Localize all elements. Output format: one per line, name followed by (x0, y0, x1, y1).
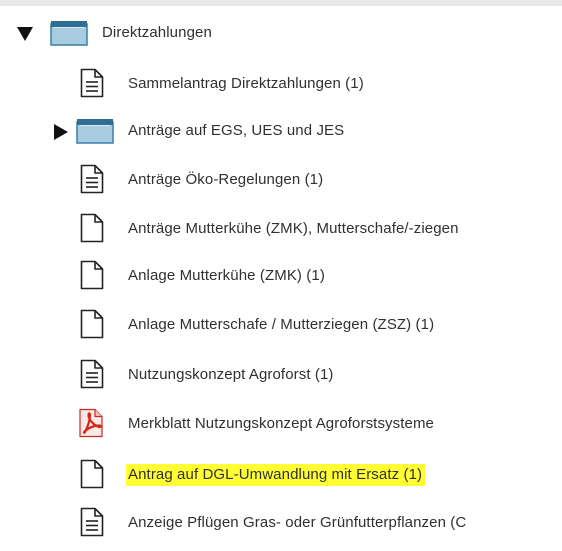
tree-item-antraege-mutterkuehe[interactable]: Anträge Mutterkühe (ZMK), Mutterschafe/-… (0, 211, 562, 249)
document-lines-icon (80, 164, 104, 194)
tree-item-label: Nutzungskonzept Agroforst (1) (128, 366, 334, 383)
folder-icon (76, 119, 114, 144)
tree-item-antrag-dgl-umwandlung[interactable]: Antrag auf DGL-Umwandlung mit Ersatz (1) (0, 457, 562, 495)
document-blank-icon (80, 309, 104, 339)
tree-item-anzeige-pfluegen[interactable]: Anzeige Pflügen Gras- oder Grünfutterpfl… (0, 505, 562, 543)
tree-item-label: Anzeige Pflügen Gras- oder Grünfutterpfl… (128, 514, 467, 531)
top-scroll-strip (0, 0, 562, 6)
folder-icon (50, 21, 88, 46)
tree-item-label-highlighted: Antrag auf DGL-Umwandlung mit Ersatz (1) (126, 464, 426, 486)
document-lines-icon (80, 68, 104, 98)
tree-item-anlage-mutterschafe[interactable]: Anlage Mutterschafe / Mutterziegen (ZSZ)… (0, 307, 562, 345)
document-blank-icon (80, 459, 104, 489)
document-lines-icon (80, 359, 104, 389)
tree-item-label: Sammelantrag Direktzahlungen (1) (128, 75, 364, 92)
tree-item-merkblatt-pdf[interactable]: Merkblatt Nutzungskonzept Agroforstsyste… (0, 406, 562, 444)
document-lines-icon (80, 507, 104, 537)
pdf-icon (79, 408, 103, 438)
document-blank-icon (80, 213, 104, 243)
tree-item-nutzungskonzept[interactable]: Nutzungskonzept Agroforst (1) (0, 357, 562, 395)
collapse-arrow-icon[interactable] (17, 27, 33, 41)
tree-item-label: Anlage Mutterkühe (ZMK) (1) (128, 267, 325, 284)
tree-item-label: Anträge Mutterkühe (ZMK), Mutterschafe/-… (128, 220, 459, 237)
tree-item-label: Anträge Öko-Regelungen (1) (128, 171, 324, 188)
tree-item-oeko-regelungen[interactable]: Anträge Öko-Regelungen (1) (0, 162, 562, 200)
tree-item-sammelantrag[interactable]: Sammelantrag Direktzahlungen (1) (0, 66, 562, 104)
tree-label-direktzahlungen: Direktzahlungen (102, 24, 212, 41)
tree-node-antraege-egs[interactable]: Anträge auf EGS, UES und JES (0, 113, 562, 151)
tree-node-direktzahlungen[interactable]: Direktzahlungen (0, 14, 562, 52)
document-blank-icon (80, 260, 104, 290)
expand-arrow-icon[interactable] (54, 124, 68, 140)
tree-item-label: Anlage Mutterschafe / Mutterziegen (ZSZ)… (128, 316, 435, 333)
tree-item-label: Anträge auf EGS, UES und JES (128, 122, 345, 139)
tree-item-label: Merkblatt Nutzungskonzept Agroforstsyste… (128, 415, 435, 432)
tree-item-anlage-mutterkuehe[interactable]: Anlage Mutterkühe (ZMK) (1) (0, 258, 562, 296)
